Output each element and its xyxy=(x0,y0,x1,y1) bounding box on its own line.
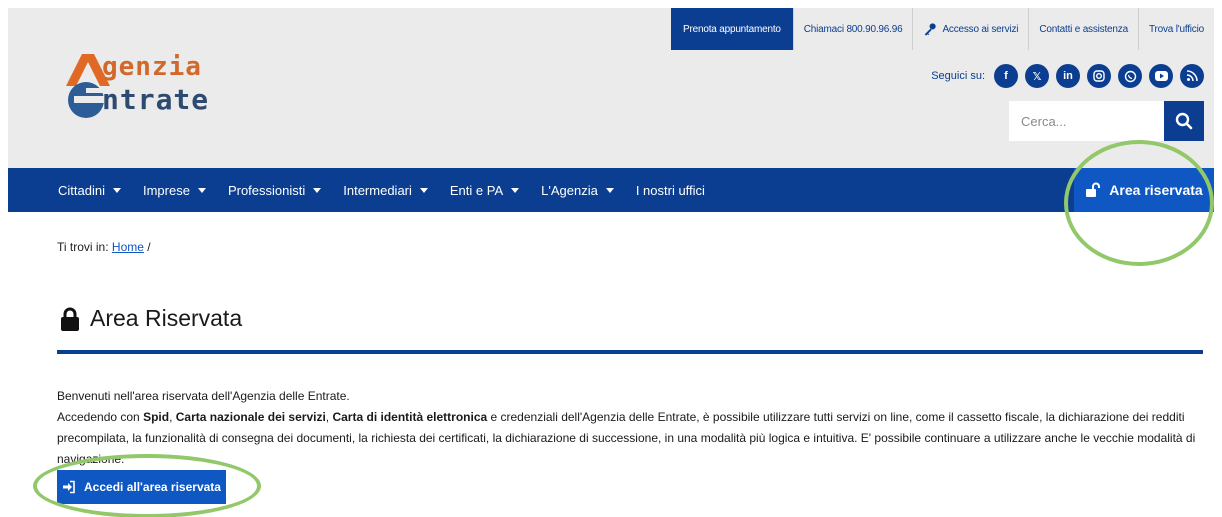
logo-line-2: ntrate xyxy=(102,83,210,116)
cns-bold: Carta nazionale dei servizi xyxy=(175,410,326,424)
breadcrumb-separator: / xyxy=(147,240,151,254)
toplink-label: Contatti e assistenza xyxy=(1039,23,1128,35)
x-icon[interactable]: 𝕏 xyxy=(1025,64,1049,88)
nav-item-enti-pa[interactable]: Enti e PA xyxy=(449,182,520,198)
search-box xyxy=(1009,101,1204,141)
nav-item-nostri-uffici[interactable]: I nostri uffici xyxy=(636,183,705,198)
accesso-servizi-link[interactable]: Accesso ai servizi xyxy=(912,8,1028,50)
page-title-row: Area Riservata xyxy=(60,305,242,332)
site-header: Prenota appuntamento Chiamaci 800.90.96.… xyxy=(8,8,1214,168)
highlight-circle xyxy=(1064,140,1214,266)
contatti-assistenza-link[interactable]: Contatti e assistenza xyxy=(1028,8,1138,50)
intro-text-part: , xyxy=(169,410,176,424)
social-label: Seguici su: xyxy=(931,70,985,82)
caret-down-icon xyxy=(419,187,428,193)
spid-bold: Spid xyxy=(143,410,170,424)
nav-item-agenzia[interactable]: L'Agenzia xyxy=(541,183,614,198)
nav-label: L'Agenzia xyxy=(541,182,598,198)
breadcrumb: Ti trovi in: Home / xyxy=(57,240,151,254)
intro-text-part: Accedendo con xyxy=(57,410,144,424)
chiamaci-link[interactable]: Chiamaci 800.90.96.96 xyxy=(792,8,913,50)
prenota-appuntamento-link[interactable]: Prenota appuntamento xyxy=(671,8,793,50)
toplink-label: Trova l'ufficio xyxy=(1148,23,1204,35)
top-links-bar: Prenota appuntamento Chiamaci 800.90.96.… xyxy=(671,8,1214,50)
intro-line-1: Benvenuti nell'area riservata dell'Agenz… xyxy=(57,389,350,403)
caret-down-icon xyxy=(112,187,121,193)
agenzia-entrate-logo[interactable]: genzia ntrate xyxy=(60,48,260,128)
main-nav: Cittadini Imprese Professionisti Interme… xyxy=(8,168,1214,212)
key-icon xyxy=(925,23,937,36)
nav-label: Professionisti xyxy=(227,182,306,198)
nav-label: Intermediari xyxy=(343,182,412,198)
caret-down-icon xyxy=(605,187,614,193)
nav-label: I nostri uffici xyxy=(635,182,705,198)
caret-down-icon xyxy=(197,187,206,193)
search-button[interactable] xyxy=(1164,101,1204,141)
caret-down-icon xyxy=(511,187,520,193)
breadcrumb-home-link[interactable]: Home xyxy=(112,240,144,254)
highlight-circle xyxy=(33,454,261,517)
search-input[interactable] xyxy=(1009,101,1164,141)
search-icon xyxy=(1175,112,1193,130)
facebook-icon[interactable]: f xyxy=(994,64,1018,88)
nav-label: Imprese xyxy=(142,182,190,198)
nav-label: Enti e PA xyxy=(449,182,504,198)
linkedin-icon[interactable]: in xyxy=(1056,64,1080,88)
youtube-icon[interactable] xyxy=(1149,64,1173,88)
nav-item-professionisti[interactable]: Professionisti xyxy=(227,182,322,198)
intro-text: Benvenuti nell'area riservata dell'Agenz… xyxy=(57,386,1207,470)
toplink-label: Chiamaci 800.90.96.96 xyxy=(803,23,903,35)
page-title: Area Riservata xyxy=(90,305,243,331)
toplink-label: Prenota appuntamento xyxy=(683,23,781,35)
title-divider xyxy=(57,350,1203,354)
rss-icon[interactable] xyxy=(1180,64,1204,88)
logo-line-1: genzia xyxy=(102,52,202,82)
toplink-label: Accesso ai servizi xyxy=(942,23,1019,35)
instagram-icon[interactable] xyxy=(1087,64,1111,88)
intro-paragraph: Accedendo con Spid, Carta nazionale dei … xyxy=(57,407,1207,470)
caret-down-icon xyxy=(313,187,322,193)
nav-item-imprese[interactable]: Imprese xyxy=(143,183,206,198)
lock-icon xyxy=(61,307,79,331)
nav-label: Cittadini xyxy=(58,182,105,198)
whatsapp-icon[interactable] xyxy=(1118,64,1142,88)
nav-item-cittadini[interactable]: Cittadini xyxy=(58,183,121,198)
breadcrumb-prefix: Ti trovi in: xyxy=(57,240,109,254)
trova-ufficio-link[interactable]: Trova l'ufficio xyxy=(1137,8,1214,50)
social-links: Seguici su: f 𝕏 in xyxy=(931,64,1204,88)
cie-bold: Carta di identità elettronica xyxy=(332,410,488,424)
nav-item-intermediari[interactable]: Intermediari xyxy=(343,183,428,198)
